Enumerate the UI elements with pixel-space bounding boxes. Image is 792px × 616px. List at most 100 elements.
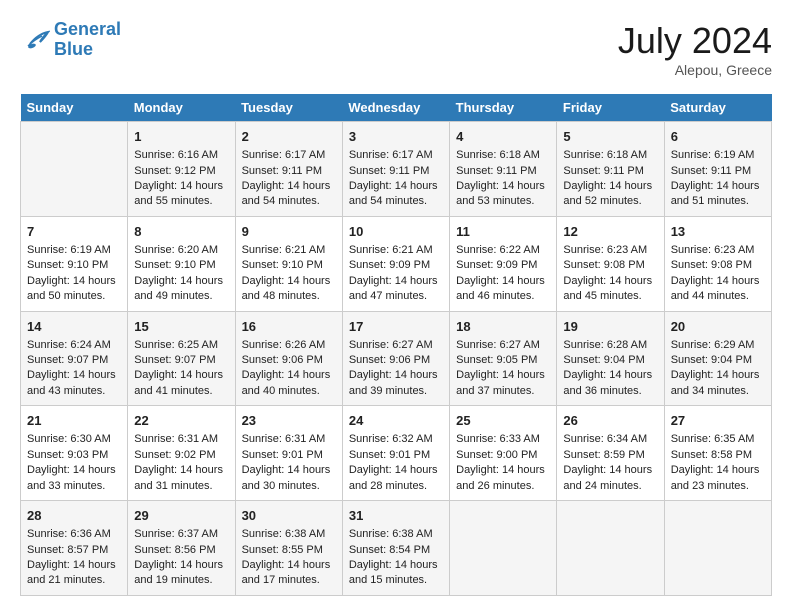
day-info: and 28 minutes. [349, 479, 443, 494]
day-info: Sunset: 9:04 PM [671, 353, 765, 368]
header-cell-saturday: Saturday [664, 94, 771, 122]
day-info: Sunset: 9:10 PM [242, 258, 336, 273]
day-info: Sunset: 9:08 PM [563, 258, 657, 273]
day-number: 7 [27, 223, 121, 241]
day-info: Sunset: 9:09 PM [456, 258, 550, 273]
day-info: Daylight: 14 hours [242, 274, 336, 289]
calendar-cell: 24Sunrise: 6:32 AMSunset: 9:01 PMDayligh… [342, 406, 449, 501]
day-number: 27 [671, 412, 765, 430]
day-number: 22 [134, 412, 228, 430]
day-info: Sunset: 9:04 PM [563, 353, 657, 368]
week-row-5: 28Sunrise: 6:36 AMSunset: 8:57 PMDayligh… [21, 501, 772, 596]
day-info: Sunrise: 6:17 AM [242, 148, 336, 163]
day-info: and 21 minutes. [27, 573, 121, 588]
day-info: Sunset: 9:01 PM [242, 448, 336, 463]
day-info: and 43 minutes. [27, 384, 121, 399]
day-info: Sunrise: 6:27 AM [349, 338, 443, 353]
day-info: and 39 minutes. [349, 384, 443, 399]
logo-line2: Blue [54, 39, 93, 59]
day-number: 5 [563, 128, 657, 146]
calendar-table: SundayMondayTuesdayWednesdayThursdayFrid… [20, 94, 772, 596]
calendar-cell: 27Sunrise: 6:35 AMSunset: 8:58 PMDayligh… [664, 406, 771, 501]
day-info: Daylight: 14 hours [242, 558, 336, 573]
month-year: July 2024 [618, 20, 772, 62]
day-info: Sunset: 9:07 PM [134, 353, 228, 368]
calendar-cell: 28Sunrise: 6:36 AMSunset: 8:57 PMDayligh… [21, 501, 128, 596]
day-info: Sunrise: 6:24 AM [27, 338, 121, 353]
calendar-cell: 12Sunrise: 6:23 AMSunset: 9:08 PMDayligh… [557, 216, 664, 311]
day-info: Daylight: 14 hours [456, 368, 550, 383]
day-number: 19 [563, 318, 657, 336]
day-info: Sunrise: 6:23 AM [671, 243, 765, 258]
day-number: 30 [242, 507, 336, 525]
day-info: Daylight: 14 hours [27, 463, 121, 478]
day-info: and 40 minutes. [242, 384, 336, 399]
day-number: 16 [242, 318, 336, 336]
day-info: Sunset: 9:10 PM [27, 258, 121, 273]
day-info: Sunrise: 6:37 AM [134, 527, 228, 542]
day-info: Sunset: 9:11 PM [349, 164, 443, 179]
day-info: and 48 minutes. [242, 289, 336, 304]
calendar-cell [557, 501, 664, 596]
calendar-cell: 7 Sunrise: 6:19 AMSunset: 9:10 PMDaylight… [21, 216, 128, 311]
day-info: Daylight: 14 hours [27, 274, 121, 289]
day-info: Daylight: 14 hours [349, 463, 443, 478]
calendar-cell: 16Sunrise: 6:26 AMSunset: 9:06 PMDayligh… [235, 311, 342, 406]
day-info: Sunrise: 6:19 AM [27, 243, 121, 258]
day-info: and 34 minutes. [671, 384, 765, 399]
day-number: 1 [134, 128, 228, 146]
day-info: and 33 minutes. [27, 479, 121, 494]
day-info: Sunrise: 6:23 AM [563, 243, 657, 258]
day-number: 29 [134, 507, 228, 525]
day-info: and 55 minutes. [134, 194, 228, 209]
day-info: and 45 minutes. [563, 289, 657, 304]
day-info: Sunset: 9:06 PM [349, 353, 443, 368]
day-info: and 26 minutes. [456, 479, 550, 494]
day-info: Daylight: 14 hours [671, 368, 765, 383]
calendar-cell: 6Sunrise: 6:19 AMSunset: 9:11 PMDaylight… [664, 122, 771, 217]
day-info: Sunrise: 6:17 AM [349, 148, 443, 163]
day-info: and 30 minutes. [242, 479, 336, 494]
day-info: Sunrise: 6:22 AM [456, 243, 550, 258]
day-info: Sunrise: 6:27 AM [456, 338, 550, 353]
day-info: Sunset: 8:55 PM [242, 543, 336, 558]
title-block: July 2024 Alepou, Greece [618, 20, 772, 78]
day-info: Sunset: 9:00 PM [456, 448, 550, 463]
calendar-body: 1Sunrise: 6:16 AMSunset: 9:12 PMDaylight… [21, 122, 772, 596]
day-number: 6 [671, 128, 765, 146]
day-info: and 53 minutes. [456, 194, 550, 209]
day-number: 28 [27, 507, 121, 525]
day-info: Sunrise: 6:34 AM [563, 432, 657, 447]
day-info: and 49 minutes. [134, 289, 228, 304]
day-info: Daylight: 14 hours [563, 463, 657, 478]
day-info: Sunset: 9:11 PM [563, 164, 657, 179]
day-info: Sunset: 9:10 PM [134, 258, 228, 273]
calendar-cell: 4Sunrise: 6:18 AMSunset: 9:11 PMDaylight… [450, 122, 557, 217]
day-number: 2 [242, 128, 336, 146]
logo: General Blue [20, 20, 121, 60]
day-info: Daylight: 14 hours [349, 274, 443, 289]
day-number: 24 [349, 412, 443, 430]
calendar-cell [450, 501, 557, 596]
day-info: Sunrise: 6:31 AM [134, 432, 228, 447]
header-cell-monday: Monday [128, 94, 235, 122]
calendar-cell [21, 122, 128, 217]
day-info: Sunset: 8:58 PM [671, 448, 765, 463]
day-info: and 54 minutes. [349, 194, 443, 209]
day-info: and 44 minutes. [671, 289, 765, 304]
week-row-2: 7Sunrise: 6:19 AMSunset: 9:10 PMDaylight… [21, 216, 772, 311]
logo-icon [20, 26, 50, 54]
calendar-cell: 5Sunrise: 6:18 AMSunset: 9:11 PMDaylight… [557, 122, 664, 217]
day-info: Sunset: 8:56 PM [134, 543, 228, 558]
calendar-cell: 18Sunrise: 6:27 AMSunset: 9:05 PMDayligh… [450, 311, 557, 406]
day-info: and 31 minutes. [134, 479, 228, 494]
calendar-cell: 31Sunrise: 6:38 AMSunset: 8:54 PMDayligh… [342, 501, 449, 596]
day-info: Sunset: 9:11 PM [456, 164, 550, 179]
day-info: Sunrise: 6:18 AM [456, 148, 550, 163]
week-row-3: 14Sunrise: 6:24 AMSunset: 9:07 PMDayligh… [21, 311, 772, 406]
day-info: and 15 minutes. [349, 573, 443, 588]
day-info: Sunrise: 6:21 AM [242, 243, 336, 258]
day-info: Daylight: 14 hours [563, 368, 657, 383]
day-number: 3 [349, 128, 443, 146]
calendar-cell: 26Sunrise: 6:34 AMSunset: 8:59 PMDayligh… [557, 406, 664, 501]
